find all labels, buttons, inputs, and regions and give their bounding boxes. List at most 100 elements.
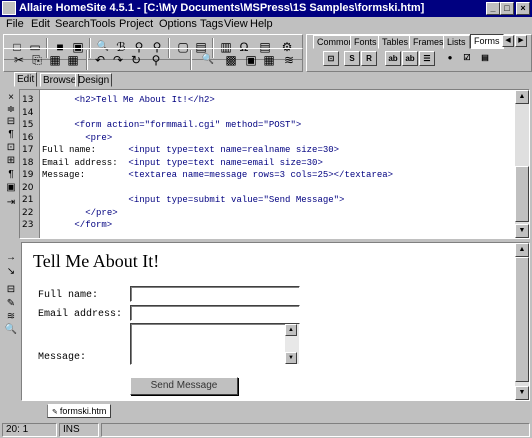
scrollbar-thumb[interactable] xyxy=(515,166,529,222)
line-number: 17 xyxy=(22,145,34,155)
select-icon[interactable]: S xyxy=(344,51,360,66)
paste-icon[interactable]: ▦ xyxy=(46,51,64,69)
menu-help[interactable]: Help xyxy=(250,18,273,30)
password-input-icon[interactable]: ab xyxy=(402,51,418,66)
code-tag: </form> xyxy=(74,220,113,230)
browser-preview: Tell Me About It! Full name: Email addre… xyxy=(21,242,530,401)
form-icon[interactable]: ⊡ xyxy=(323,51,339,66)
code-tag: <pre> xyxy=(85,132,113,143)
app-icon[interactable] xyxy=(2,1,16,15)
radio-icon[interactable]: ● xyxy=(442,51,458,66)
quickbar-tab-lists[interactable]: Lists xyxy=(443,35,470,49)
tab-edit[interactable]: Edit xyxy=(14,72,38,87)
send-message-button[interactable]: Send Message xyxy=(130,377,238,395)
status-bar: 20: 1 INS xyxy=(0,421,532,438)
menu-view[interactable]: View xyxy=(224,18,248,30)
scroll-down-icon[interactable]: ▼ xyxy=(285,352,297,364)
copy-icon[interactable]: ⎘ xyxy=(28,51,46,69)
code-text: Message: xyxy=(42,170,129,180)
arrow-down-right-icon[interactable]: ↘ xyxy=(4,265,18,279)
quickbar-tab-forms[interactable]: Forms xyxy=(470,34,504,49)
quickbar-tab-frames[interactable]: Frames xyxy=(409,35,448,49)
title-bar: Allaire HomeSite 4.5.1 - [C:\My Document… xyxy=(0,0,532,17)
minimize-button[interactable]: _ xyxy=(486,2,500,15)
scroll-up-icon[interactable]: ▲ xyxy=(515,243,529,257)
scroll-up-icon[interactable]: ▲ xyxy=(285,324,297,336)
list-icon[interactable]: ≋ xyxy=(4,310,18,324)
quickbar-tab-tables[interactable]: Tables xyxy=(378,35,413,49)
scroll-down-icon[interactable]: ▼ xyxy=(515,224,529,238)
text-input-icon[interactable]: ab xyxy=(385,51,401,66)
tab-design[interactable]: Design xyxy=(75,73,113,87)
line-number: 19 xyxy=(22,170,34,180)
maximize-button[interactable]: □ xyxy=(500,2,514,15)
collapse-icon[interactable]: ⊟ xyxy=(4,115,18,129)
code-editor[interactable]: 13 14 15 16 17 18 19 20 21 22 23 <h2>Tell Me About… xyxy=(19,89,530,239)
message-textarea[interactable]: ▲ ▼ xyxy=(130,323,300,365)
textarea-icon[interactable]: ☰ xyxy=(419,51,435,66)
code-line: <h2>Tell Me About It!</h2> xyxy=(42,94,214,106)
radio-button-icon[interactable]: R xyxy=(361,51,377,66)
full-name-field[interactable] xyxy=(130,286,300,302)
zoom-icon[interactable]: 🔍 xyxy=(199,51,217,69)
document-icon: ✎ xyxy=(52,409,60,416)
color-icon[interactable]: ▦ xyxy=(260,51,278,69)
show-paragraph-icon[interactable]: ¶ xyxy=(4,168,18,182)
scroll-down-icon[interactable]: ▼ xyxy=(515,386,529,400)
menu-tools[interactable]: Tools xyxy=(90,18,116,30)
tag-completion-icon[interactable]: ▣ xyxy=(4,181,18,195)
code-line: <form action="formmail.cgi" method="POST… xyxy=(42,119,301,131)
checkbox-icon[interactable]: ☑ xyxy=(459,51,475,66)
line-number: 21 xyxy=(22,195,34,205)
cursor-position: 20: 1 xyxy=(2,423,57,437)
line-number: 13 xyxy=(22,95,34,105)
code-line: </form> xyxy=(42,219,112,231)
textarea-scrollbar[interactable]: ▲ ▼ xyxy=(285,324,299,364)
image-icon[interactable]: ▩ xyxy=(222,51,240,69)
list-box-icon[interactable]: ▤ xyxy=(477,51,493,66)
paragraph-icon[interactable]: ¶ xyxy=(4,128,18,142)
toolbar-separator xyxy=(190,50,192,70)
tab-icon[interactable]: ⇥ xyxy=(4,196,18,210)
tab-browse[interactable]: Browse xyxy=(40,73,80,87)
menu-project[interactable]: Project xyxy=(119,18,153,30)
redo-icon[interactable]: ↷ xyxy=(109,51,127,69)
settings-icon[interactable]: ▣ xyxy=(242,51,260,69)
word-wrap-icon[interactable]: ⊡ xyxy=(4,141,18,155)
menu-options[interactable]: Options xyxy=(159,18,197,30)
snippets-icon[interactable]: ≋ xyxy=(280,51,298,69)
undo-icon[interactable]: ↶ xyxy=(91,51,109,69)
block-icon[interactable]: ⊟ xyxy=(4,283,18,297)
menu-edit[interactable]: Edit xyxy=(31,18,50,30)
refresh-icon[interactable]: ↻ xyxy=(127,51,145,69)
editor-scrollbar[interactable]: ▲ ▼ xyxy=(515,90,529,238)
email-field[interactable] xyxy=(130,305,300,321)
zoom-in-icon[interactable]: 🔍 xyxy=(4,323,18,337)
document-tab-label: formski.htm xyxy=(59,406,107,416)
preview-scrollbar[interactable]: ▲ ▼ xyxy=(515,243,529,400)
toolbar-separator xyxy=(86,50,88,70)
document-tab[interactable]: ✎ formski.htm xyxy=(47,404,112,418)
tab-scroll-left-button[interactable]: ◀ xyxy=(502,35,514,47)
scrollbar-thumb[interactable] xyxy=(515,257,529,382)
paste-special-icon[interactable]: ▦ xyxy=(64,51,82,69)
menu-search[interactable]: Search xyxy=(55,18,90,30)
scroll-up-icon[interactable]: ▲ xyxy=(515,90,529,104)
tag-chooser-icon[interactable]: ⚲ xyxy=(147,51,165,69)
edit-icon[interactable]: ✎ xyxy=(4,297,18,311)
menu-file[interactable]: File xyxy=(6,18,24,30)
code-tag: <input type=submit value="Send Message"> xyxy=(128,195,345,205)
arrow-right-icon[interactable]: → xyxy=(4,251,18,265)
menu-tags[interactable]: Tags xyxy=(200,18,223,30)
tab-scroll-right-button[interactable]: ▶ xyxy=(515,35,527,47)
quickbar-tab-fonts[interactable]: Fonts xyxy=(350,35,381,49)
code-line: Message: <textarea name=message rows=3 c… xyxy=(42,169,393,181)
cut-icon[interactable]: ✂ xyxy=(10,51,28,69)
status-message xyxy=(101,423,530,437)
gutter-icon[interactable]: ⊞ xyxy=(4,154,18,168)
code-line: <pre> xyxy=(42,132,112,144)
close-button[interactable]: × xyxy=(516,2,530,15)
